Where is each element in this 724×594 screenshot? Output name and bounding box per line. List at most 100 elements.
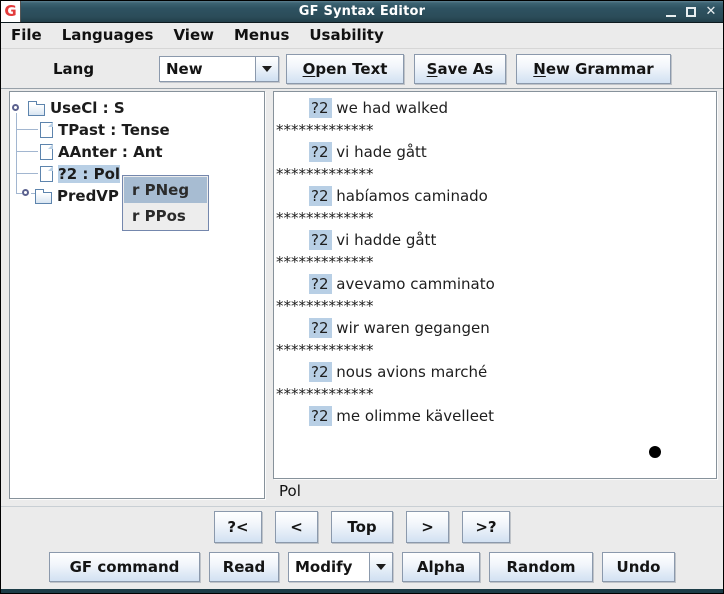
gf-syntax-editor-window: G GF Syntax Editor ✕ File Languages View… xyxy=(0,0,724,594)
window-bottom-frame xyxy=(1,587,723,593)
menu-item-usability[interactable]: Usability xyxy=(299,23,393,48)
tree-node-label: UseCl : S xyxy=(50,99,125,117)
modify-combobox-button[interactable] xyxy=(369,553,392,581)
tree-row-predvp[interactable]: PredVP xyxy=(35,185,119,207)
separator-line: ************* xyxy=(274,251,716,273)
separator-line: ************* xyxy=(274,295,716,317)
menu-item-menus[interactable]: Menus xyxy=(224,23,299,48)
separator-line: ************* xyxy=(274,339,716,361)
window-title: GF Syntax Editor xyxy=(1,4,723,19)
metavariable-token[interactable]: ?2 xyxy=(309,406,332,426)
tree-node-label: PredVP xyxy=(57,187,119,205)
separator-line: ************* xyxy=(274,163,716,185)
tree-line xyxy=(16,151,38,152)
lang-combobox[interactable]: New xyxy=(159,56,279,82)
separator-line: ************* xyxy=(274,383,716,405)
prev-node-button[interactable]: < xyxy=(275,511,318,543)
top-button[interactable]: Top xyxy=(331,511,393,543)
undo-button[interactable]: Undo xyxy=(602,552,675,582)
main-area: UseCl : S TPast : Tense AAnter : Ant ?2 … xyxy=(1,89,723,506)
tree-line xyxy=(16,129,38,130)
sentence-text: wir waren gegangen xyxy=(336,319,489,337)
tree-row-tpast[interactable]: TPast : Tense xyxy=(40,119,170,141)
menu-item-languages[interactable]: Languages xyxy=(52,23,164,48)
refinement-popup-menu: r PNeg r PPos xyxy=(122,175,209,231)
tree-node-label: TPast : Tense xyxy=(58,121,170,139)
tree-line xyxy=(16,173,38,174)
lang-combobox-button[interactable] xyxy=(255,57,278,81)
prev-metavariable-button[interactable]: ?< xyxy=(214,511,262,543)
output-line-english: ?2 we had walked xyxy=(274,97,716,119)
metavariable-token[interactable]: ?2 xyxy=(309,142,332,162)
sentence-text: we had walked xyxy=(336,99,448,117)
save-as-button[interactable]: Save As xyxy=(414,54,506,84)
action-row: GF command Read Modify Alpha Random Undo xyxy=(1,546,723,587)
syntax-tree-panel[interactable]: UseCl : S TPast : Tense AAnter : Ant ?2 … xyxy=(9,91,265,499)
metavariable-token[interactable]: ?2 xyxy=(309,186,332,206)
tree-collapse-handle[interactable] xyxy=(22,189,29,196)
open-text-button[interactable]: Open Text xyxy=(286,54,404,84)
document-icon xyxy=(40,144,53,160)
folder-icon xyxy=(35,192,52,204)
lang-combobox-value: New xyxy=(160,57,255,81)
separator-line: ************* xyxy=(274,207,716,229)
window-controls: ✕ xyxy=(665,1,717,23)
read-button[interactable]: Read xyxy=(209,552,279,582)
sentence-text: avevamo camminato xyxy=(336,275,495,293)
alpha-button[interactable]: Alpha xyxy=(402,552,480,582)
metavariable-token[interactable]: ?2 xyxy=(309,230,332,250)
metavariable-token[interactable]: ?2 xyxy=(309,318,332,338)
output-line-french: ?2 nous avions marché xyxy=(274,361,716,383)
tree-row-metavariable-pol[interactable]: ?2 : Pol xyxy=(40,163,120,185)
minimize-button[interactable] xyxy=(665,6,677,18)
sentence-text: nous avions marché xyxy=(336,363,487,381)
status-label-pol: Pol xyxy=(279,482,301,500)
output-line-norwegian: ?2 vi hadde gått xyxy=(274,229,716,251)
tree-node-label-selected: ?2 : Pol xyxy=(58,165,120,183)
close-button[interactable]: ✕ xyxy=(705,6,717,18)
output-line-german: ?2 wir waren gegangen xyxy=(274,317,716,339)
maximize-icon xyxy=(686,7,696,17)
navigation-row: ?< < Top > >? xyxy=(1,506,723,546)
modify-combobox[interactable]: Modify xyxy=(288,552,393,582)
chevron-down-icon xyxy=(262,66,272,72)
chevron-down-icon xyxy=(376,564,386,570)
next-metavariable-button[interactable]: >? xyxy=(462,511,510,543)
document-icon xyxy=(40,122,53,138)
sentence-text: vi hade gått xyxy=(336,143,427,161)
tree-row-aanter[interactable]: AAnter : Ant xyxy=(40,141,163,163)
metavariable-token[interactable]: ?2 xyxy=(309,98,332,118)
tree-line xyxy=(16,113,17,193)
sentence-text: me olimme kävelleet xyxy=(336,407,494,425)
sentence-text: habíamos caminado xyxy=(336,187,488,205)
tree-expand-handle[interactable] xyxy=(12,104,19,111)
metavariable-token[interactable]: ?2 xyxy=(309,274,332,294)
random-button[interactable]: Random xyxy=(489,552,593,582)
output-line-spanish: ?2 habíamos caminado xyxy=(274,185,716,207)
tree-row-usecl[interactable]: UseCl : S xyxy=(28,97,125,119)
linearization-panel[interactable]: ?2 we had walked ************* ?2 vi had… xyxy=(273,91,717,479)
separator-line: ************* xyxy=(274,119,716,141)
popup-item-ppos[interactable]: r PPos xyxy=(124,203,207,229)
modify-combobox-value: Modify xyxy=(289,553,369,581)
linearization-text: ?2 we had walked ************* ?2 vi had… xyxy=(274,92,716,427)
gf-command-button[interactable]: GF command xyxy=(49,552,200,582)
menu-item-file[interactable]: File xyxy=(1,23,52,48)
folder-icon xyxy=(28,104,45,116)
document-icon xyxy=(40,166,53,182)
next-node-button[interactable]: > xyxy=(406,511,449,543)
sentence-text: vi hadde gått xyxy=(336,231,436,249)
metavariable-token[interactable]: ?2 xyxy=(309,362,332,382)
new-grammar-button[interactable]: New Grammar xyxy=(516,54,671,84)
output-line-italian: ?2 avevamo camminato xyxy=(274,273,716,295)
menubar: File Languages View Menus Usability xyxy=(1,23,723,49)
minimize-icon xyxy=(666,7,676,17)
focus-dot xyxy=(649,446,661,458)
output-line-finnish: ?2 me olimme kävelleet xyxy=(274,405,716,427)
popup-item-pneg[interactable]: r PNeg xyxy=(124,177,207,203)
menu-item-view[interactable]: View xyxy=(163,23,224,48)
output-line-swedish: ?2 vi hade gått xyxy=(274,141,716,163)
tree-node-label: AAnter : Ant xyxy=(58,143,163,161)
titlebar: G GF Syntax Editor ✕ xyxy=(1,1,723,23)
maximize-button[interactable] xyxy=(685,6,697,18)
